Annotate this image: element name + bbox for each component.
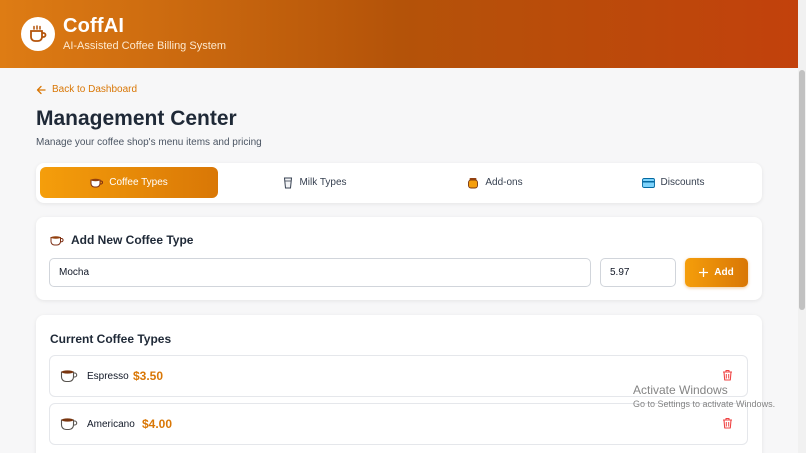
trash-icon[interactable] bbox=[722, 417, 733, 429]
tab-coffee-types-label: Coffee Types bbox=[109, 177, 168, 188]
coffee-icon bbox=[60, 370, 78, 383]
item-name: Espresso bbox=[87, 371, 129, 382]
arrow-left-icon bbox=[36, 85, 46, 94]
page-title: Management Center bbox=[36, 107, 237, 130]
coffee-icon bbox=[50, 236, 64, 246]
tab-discounts-label: Discounts bbox=[660, 177, 705, 188]
milk-icon bbox=[284, 177, 293, 188]
tab-milk-types[interactable]: Milk Types bbox=[226, 167, 404, 198]
scrollbar-thumb[interactable] bbox=[799, 70, 805, 310]
tab-discounts[interactable]: Discounts bbox=[584, 167, 762, 198]
coffee-name-input[interactable] bbox=[49, 258, 591, 287]
app-title: CoffAI bbox=[63, 15, 125, 37]
back-link-label: Back to Dashboard bbox=[52, 84, 138, 95]
back-to-dashboard-link[interactable]: Back to Dashboard bbox=[36, 84, 137, 95]
activate-windows-watermark: Activate Windows bbox=[633, 383, 728, 397]
coffee-icon bbox=[90, 178, 104, 188]
add-button-label: Add bbox=[714, 267, 734, 278]
page-scrollbar[interactable] bbox=[798, 0, 806, 453]
item-price: $3.50 bbox=[133, 369, 164, 383]
activate-windows-hint: Go to Settings to activate Windows. bbox=[633, 399, 776, 409]
coffee-list-title: Current Coffee Types bbox=[50, 332, 172, 346]
app-header: CoffAI AI-Assisted Coffee Billing System bbox=[0, 0, 798, 68]
tab-milk-types-label: Milk Types bbox=[299, 177, 347, 188]
management-tabs: Coffee Types Milk Types Add-ons Discount… bbox=[36, 163, 762, 203]
add-coffee-title-label: Add New Coffee Type bbox=[71, 233, 194, 247]
item-price: $4.00 bbox=[142, 417, 173, 431]
plus-icon bbox=[699, 268, 709, 277]
coffee-cup-icon bbox=[21, 17, 55, 51]
tab-add-ons-label: Add-ons bbox=[485, 177, 523, 188]
add-coffee-button[interactable]: Add bbox=[685, 258, 748, 287]
tab-coffee-types[interactable]: Coffee Types bbox=[40, 167, 218, 198]
item-name: Americano bbox=[87, 419, 135, 430]
trash-icon[interactable] bbox=[722, 369, 733, 381]
coffee-price-input[interactable] bbox=[600, 258, 676, 287]
honey-pot-icon bbox=[468, 177, 479, 188]
card-icon bbox=[641, 177, 655, 188]
app-subtitle: AI-Assisted Coffee Billing System bbox=[63, 40, 227, 52]
page-subtitle: Manage your coffee shop's menu items and… bbox=[36, 137, 262, 148]
add-coffee-title: Add New Coffee Type bbox=[50, 233, 193, 247]
coffee-icon bbox=[60, 418, 78, 431]
list-item: Americano $4.00 bbox=[49, 403, 748, 445]
tab-add-ons[interactable]: Add-ons bbox=[406, 167, 584, 198]
